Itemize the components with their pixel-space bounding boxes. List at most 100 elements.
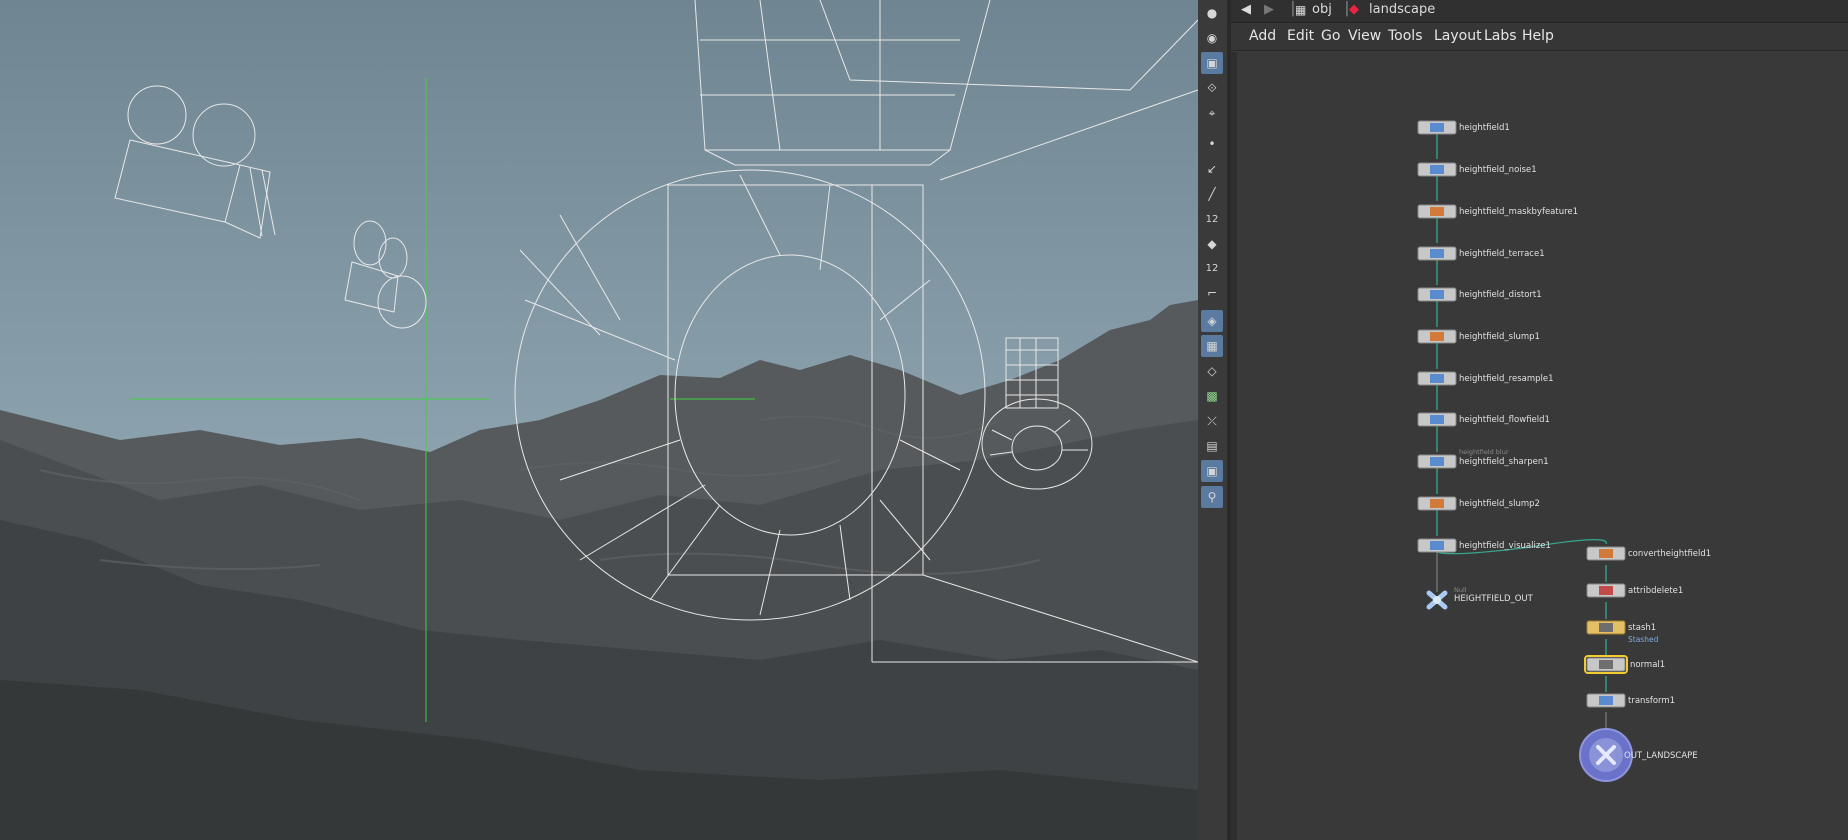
- node-out-landscape[interactable]: OUT_LANDSCAPE: [1579, 728, 1698, 782]
- node-label: transform1: [1628, 696, 1675, 706]
- edge-icon[interactable]: ↙: [1201, 158, 1223, 180]
- glyph: ▣: [1206, 464, 1218, 478]
- glyph: ▣: [1206, 56, 1218, 70]
- menu-view[interactable]: View: [1348, 28, 1381, 44]
- glyph: ◆: [1207, 237, 1217, 251]
- node-heightfield-terrace1[interactable]: heightfield_terrace1: [1417, 246, 1545, 261]
- menu-labs[interactable]: Labs: [1484, 28, 1517, 44]
- node-label: heightfield_distort1: [1459, 290, 1542, 300]
- node-label: HEIGHTFIELD_OUT: [1454, 594, 1534, 604]
- selection-mode-icon[interactable]: ▣: [1201, 52, 1223, 74]
- number-12-alt-icon[interactable]: 12: [1201, 257, 1223, 279]
- node-type: Null: [1454, 586, 1467, 594]
- geo-network-icon: ◆: [1349, 2, 1359, 17]
- display-toggle-icon[interactable]: ▦: [1201, 335, 1223, 357]
- node-heightfield-out[interactable]: Null HEIGHTFIELD_OUT: [1426, 586, 1534, 610]
- glyph: ▤: [1206, 439, 1218, 453]
- glyph: ⟐: [1207, 80, 1217, 95]
- node-label: heightfield_maskbyfeature1: [1459, 207, 1578, 217]
- node-transform1[interactable]: transform1: [1586, 693, 1675, 708]
- glyph: 12: [1205, 213, 1219, 225]
- view-lock-icon[interactable]: ◈: [1201, 310, 1223, 332]
- menu-help[interactable]: Help: [1522, 28, 1554, 44]
- scene-viewport[interactable]: [0, 0, 1198, 840]
- node-label: heightfield_sharpen1: [1459, 457, 1549, 467]
- node-heightfield-distort1[interactable]: heightfield_distort1: [1417, 287, 1542, 302]
- node-graph[interactable]: heightfield1 heightfield_noise1 heightfi…: [1231, 52, 1848, 840]
- menu-bar: Add Edit Go View Tools Layout Labs Help: [1231, 24, 1848, 51]
- graph-left-gutter: [1231, 52, 1237, 840]
- node-stash1[interactable]: stash1 Stashed: [1586, 620, 1659, 644]
- glyph: •: [1208, 137, 1216, 151]
- pin-icon[interactable]: ⚲: [1201, 486, 1223, 508]
- null-wire: [1436, 552, 1607, 732]
- node-label: heightfield1: [1459, 123, 1510, 133]
- camera-icon[interactable]: ◉: [1201, 27, 1223, 49]
- node-label: heightfield_flowfield1: [1459, 415, 1550, 425]
- node-hint: heightfield blur: [1459, 448, 1509, 456]
- node-label: heightfield_slump2: [1459, 499, 1540, 509]
- node-label: stash1: [1628, 623, 1656, 633]
- node-label: heightfield_resample1: [1459, 374, 1554, 384]
- glyph: ╱: [1208, 187, 1216, 201]
- network-editor: ◀ ▶ │ ▦ obj │ ◆ landscape Add Edit Go Vi…: [1231, 0, 1848, 840]
- handle-icon[interactable]: ⟐: [1201, 77, 1223, 99]
- light-icon[interactable]: ●: [1201, 2, 1223, 24]
- snap-icon[interactable]: ⤫: [1201, 410, 1223, 432]
- node-heightfield-slump1[interactable]: heightfield_slump1: [1417, 329, 1540, 344]
- forward-arrow-icon[interactable]: ▶: [1264, 0, 1274, 22]
- back-arrow-icon[interactable]: ◀: [1241, 0, 1251, 22]
- texture-icon[interactable]: ▩: [1201, 385, 1223, 407]
- node-heightfield-visualize1[interactable]: heightfield_visualize1: [1417, 538, 1551, 553]
- glyph: ◇: [1207, 364, 1217, 378]
- menu-edit[interactable]: Edit: [1287, 28, 1314, 44]
- grid-icon[interactable]: ▤: [1201, 435, 1223, 457]
- glyph: ◈: [1207, 314, 1217, 328]
- path-bar: ◀ ▶ │ ▦ obj │ ◆ landscape: [1231, 0, 1848, 23]
- brush-icon[interactable]: ╱: [1201, 183, 1223, 205]
- path-context[interactable]: obj: [1312, 0, 1332, 22]
- obj-context-icon: ▦: [1295, 3, 1307, 17]
- camera-view-icon[interactable]: ▣: [1201, 460, 1223, 482]
- viewport-toolbar: ● ◉ ▣ ⟐ ⌖ • ↙ ╱ 12 ◆ 12 ⌐ ◈ ▦ ◇ ▩ ⤫ ▤ ▣ …: [1198, 0, 1228, 840]
- glyph: 12: [1205, 262, 1219, 274]
- node-convertheightfield1[interactable]: convertheightfield1: [1586, 546, 1711, 561]
- node-label: heightfield_noise1: [1459, 165, 1537, 175]
- glyph: ↙: [1206, 162, 1218, 176]
- menu-go[interactable]: Go: [1321, 28, 1340, 44]
- geometry-icon[interactable]: ⌖: [1201, 102, 1223, 124]
- glyph: ●: [1206, 6, 1218, 20]
- glyph: ⚲: [1207, 490, 1217, 504]
- layers-icon[interactable]: ◇: [1201, 360, 1223, 382]
- node-label: convertheightfield1: [1628, 549, 1711, 559]
- node-label: heightfield_slump1: [1459, 332, 1540, 342]
- node-status: Stashed: [1628, 635, 1659, 644]
- node-label: heightfield_terrace1: [1459, 249, 1545, 259]
- menu-tools[interactable]: Tools: [1388, 28, 1423, 44]
- node-heightfield-noise1[interactable]: heightfield_noise1: [1417, 162, 1537, 177]
- glyph: ◉: [1206, 31, 1218, 45]
- number-12-icon[interactable]: 12: [1201, 208, 1223, 230]
- node-heightfield-flowfield1[interactable]: heightfield_flowfield1: [1417, 412, 1550, 427]
- node-heightfield-resample1[interactable]: heightfield_resample1: [1417, 371, 1554, 386]
- point-icon[interactable]: •: [1201, 133, 1223, 155]
- node-heightfield1[interactable]: heightfield1: [1417, 120, 1510, 135]
- node-label: heightfield_visualize1: [1459, 541, 1551, 551]
- glyph: ⌐: [1206, 286, 1218, 300]
- node-normal1[interactable]: normal1: [1584, 655, 1665, 674]
- menu-add[interactable]: Add: [1249, 28, 1276, 44]
- node-heightfield-maskbyfeature1[interactable]: heightfield_maskbyfeature1: [1417, 204, 1578, 219]
- menu-layout[interactable]: Layout: [1434, 28, 1482, 44]
- glyph: ▦: [1206, 339, 1218, 353]
- connection-wires: [1436, 134, 1607, 692]
- node-label: normal1: [1630, 660, 1665, 670]
- corner-icon[interactable]: ⌐: [1201, 282, 1223, 304]
- node-label: OUT_LANDSCAPE: [1624, 751, 1698, 761]
- glyph: ⤫: [1207, 413, 1217, 428]
- glyph: ⌖: [1208, 105, 1216, 120]
- node-heightfield-slump2[interactable]: heightfield_slump2: [1417, 496, 1540, 511]
- paint-icon[interactable]: ◆: [1201, 233, 1223, 255]
- path-network[interactable]: landscape: [1369, 0, 1435, 22]
- node-label: attribdelete1: [1628, 586, 1683, 596]
- node-attribdelete1[interactable]: attribdelete1: [1586, 583, 1683, 598]
